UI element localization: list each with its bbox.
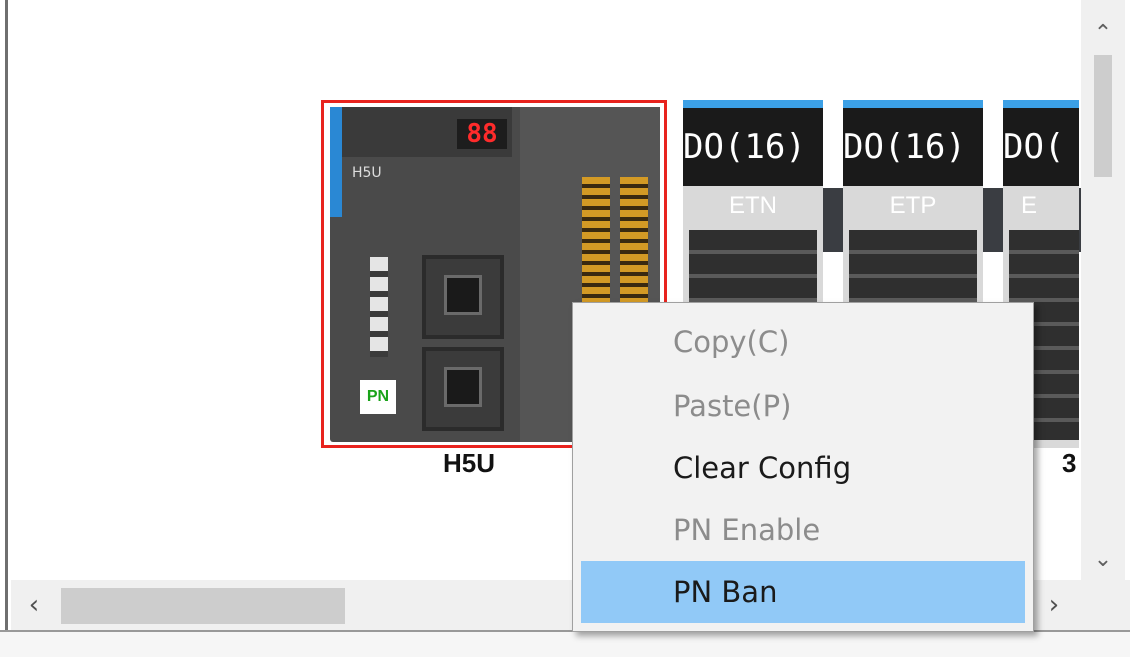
module-header: DO(16)	[843, 108, 983, 186]
seven-segment-display: 88	[457, 119, 507, 149]
module-cap	[1003, 100, 1079, 108]
module-type-label: ETN	[729, 192, 777, 219]
ethernet-port-1	[422, 255, 504, 339]
vertical-scrollbar[interactable]: ⌃ ⌄	[1081, 0, 1125, 580]
plc-name-label: H5U	[443, 448, 496, 478]
chevron-left-icon[interactable]: ‹	[11, 580, 57, 630]
rj45-jack	[444, 275, 482, 315]
chevron-right-icon[interactable]: ›	[1031, 580, 1077, 630]
pn-badge: PN	[360, 380, 396, 414]
vertical-scroll-thumb[interactable]	[1094, 55, 1112, 177]
bottom-panel-edge	[0, 630, 1130, 657]
status-leds	[370, 257, 388, 357]
module-slot-label: 3	[1062, 448, 1077, 478]
menu-item-paste[interactable]: Paste(P)	[581, 375, 1025, 437]
rj45-jack	[444, 367, 482, 407]
menu-item-clear-config[interactable]: Clear Config	[581, 437, 1025, 499]
module-header: DO(16)	[683, 108, 823, 186]
module-type-label: ETP	[889, 192, 937, 219]
ethernet-port-2	[422, 347, 504, 431]
context-menu: Copy(C) Paste(P) Clear Config PN Enable …	[572, 302, 1034, 632]
menu-item-pn-enable[interactable]: PN Enable	[581, 499, 1025, 561]
plc-model-text: H5U	[352, 165, 382, 181]
module-cap	[683, 100, 823, 108]
chevron-down-icon[interactable]: ⌄	[1081, 534, 1125, 584]
plc-status-panel: 88	[342, 107, 512, 157]
module-cap	[843, 100, 983, 108]
menu-item-copy[interactable]: Copy(C)	[581, 311, 1025, 373]
plc-side-strip	[330, 107, 342, 217]
chevron-up-icon[interactable]: ⌃	[1081, 8, 1125, 58]
menu-item-pn-ban[interactable]: PN Ban	[581, 561, 1025, 623]
horizontal-scroll-thumb[interactable]	[61, 588, 345, 624]
left-border	[0, 0, 8, 657]
scrollbar-corner	[1081, 580, 1130, 630]
module-header: DO(	[1003, 108, 1079, 186]
module-type-label: E	[1021, 192, 1038, 219]
